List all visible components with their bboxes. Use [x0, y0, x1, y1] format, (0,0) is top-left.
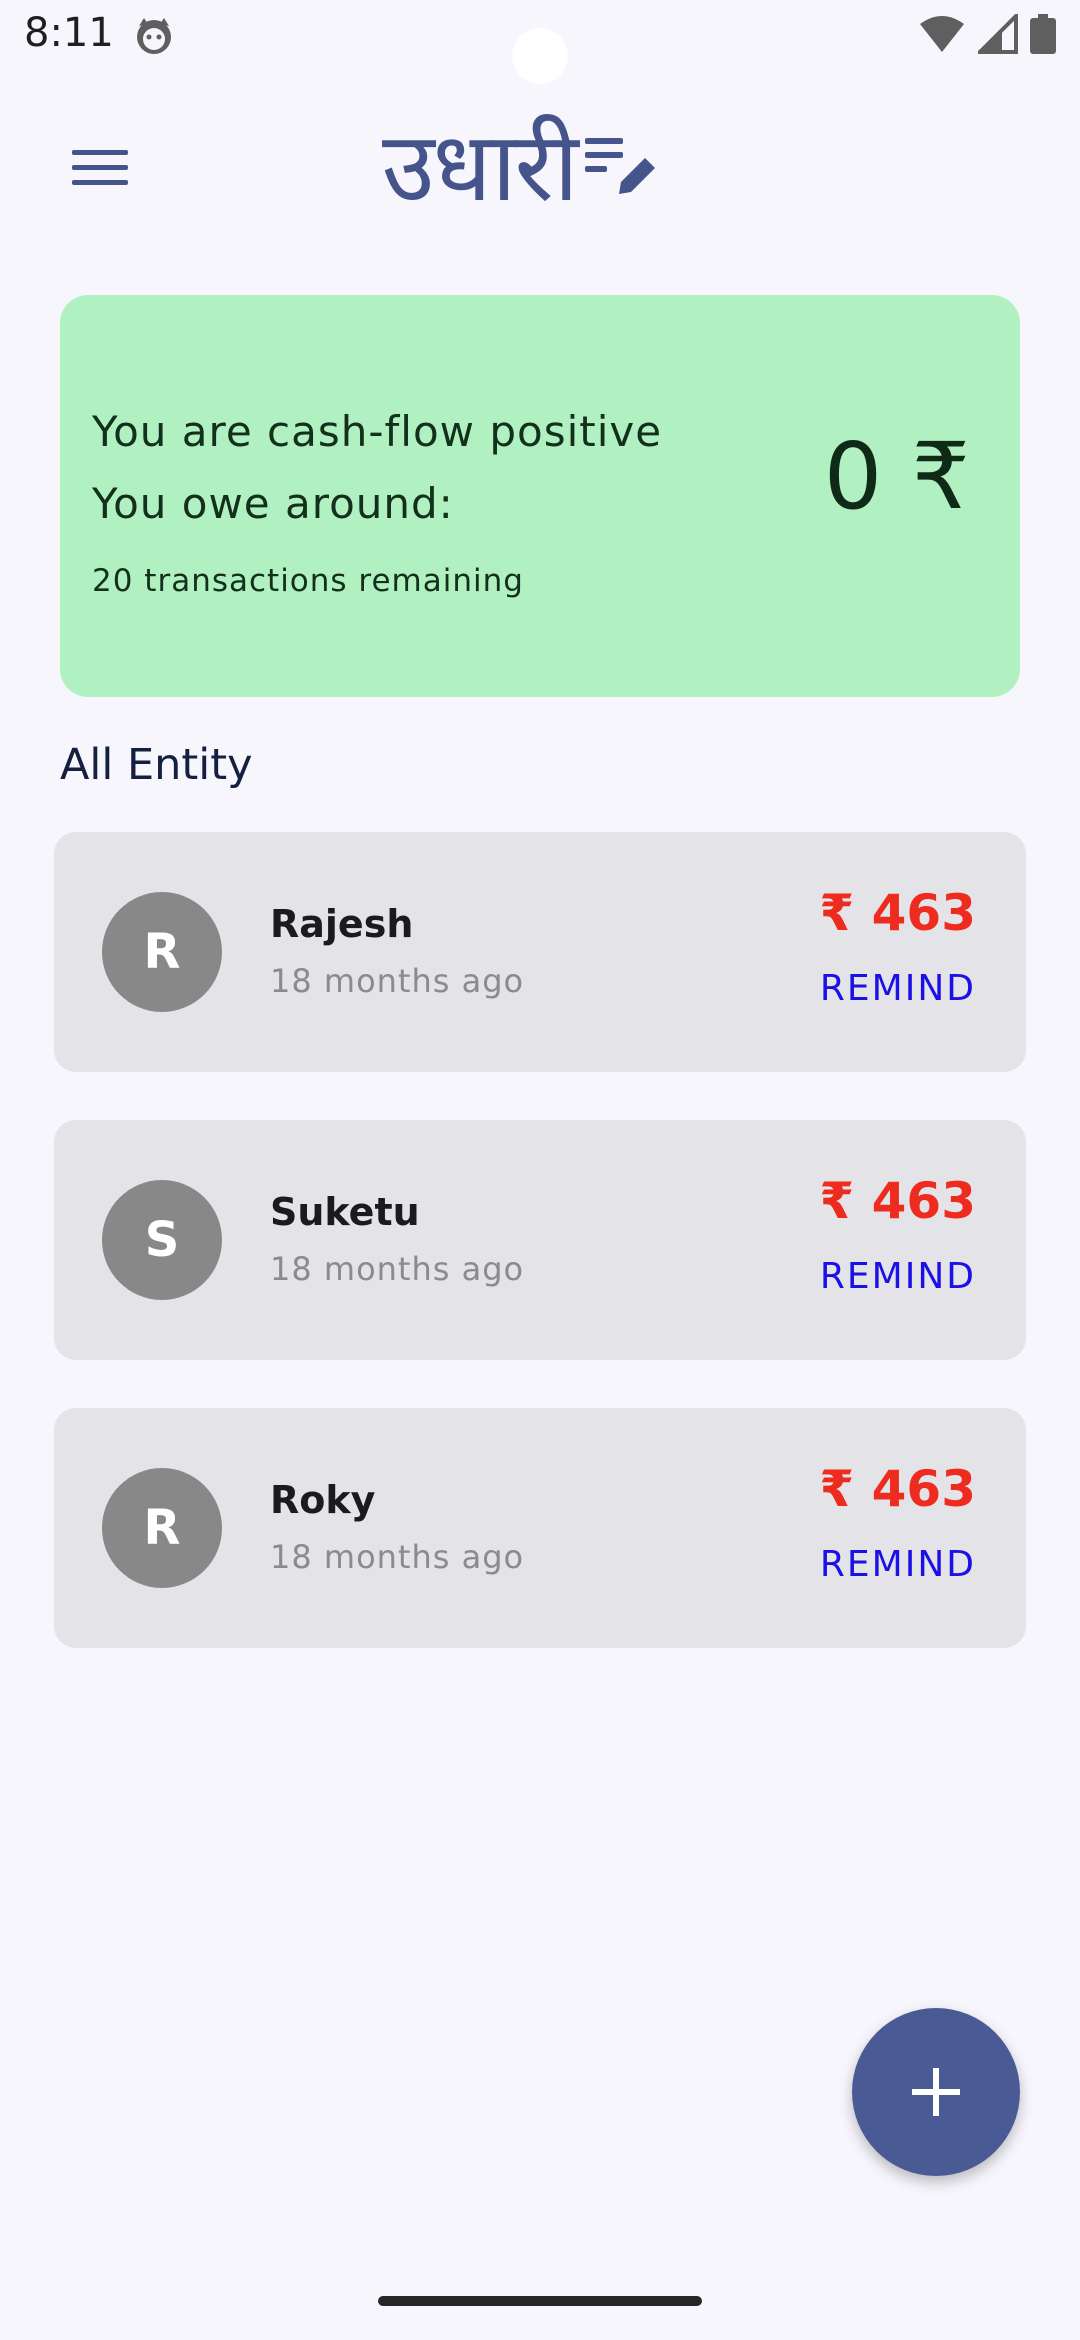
cellular-signal-icon	[978, 14, 1018, 54]
entity-card-rajesh[interactable]: R Rajesh 18 months ago ₹ 463 REMIND	[54, 832, 1026, 1072]
transactions-remaining: 20 transactions remaining	[92, 563, 524, 599]
battery-icon	[1030, 14, 1056, 54]
screen: 8:11 उधारी You are cash-flow positive Yo…	[0, 0, 1080, 2340]
entity-amount: ₹ 463	[819, 1172, 976, 1230]
cash-flow-status: You are cash-flow positive	[92, 407, 663, 456]
add-entity-button[interactable]	[852, 2008, 1020, 2176]
section-title: All Entity	[60, 740, 253, 790]
entity-amount: ₹ 463	[819, 1460, 976, 1518]
entity-time: 18 months ago	[270, 1538, 525, 1576]
entity-card-roky[interactable]: R Roky 18 months ago ₹ 463 REMIND	[54, 1408, 1026, 1648]
edit-list-icon	[584, 138, 655, 194]
entity-name: Suketu	[270, 1190, 420, 1234]
front-camera	[512, 28, 568, 84]
wifi-icon	[920, 16, 964, 52]
avatar: R	[102, 1468, 222, 1588]
entity-amount: ₹ 463	[819, 884, 976, 942]
entity-time: 18 months ago	[270, 1250, 525, 1288]
hamburger-menu-icon[interactable]	[60, 132, 140, 202]
plus-icon	[912, 2068, 960, 2116]
entity-name: Roky	[270, 1478, 376, 1522]
entity-name: Rajesh	[270, 902, 414, 946]
avatar: S	[102, 1180, 222, 1300]
logo-text: उधारी	[382, 111, 579, 223]
status-icons	[918, 14, 1056, 54]
status-time: 8:11	[24, 10, 114, 56]
owe-amount: 0 ₹	[823, 423, 970, 530]
avatar: R	[102, 892, 222, 1012]
status-bar: 8:11	[0, 0, 1080, 84]
entity-time: 18 months ago	[270, 962, 525, 1000]
remind-button[interactable]: REMIND	[820, 1256, 976, 1297]
owe-label: You owe around:	[92, 479, 454, 528]
remind-button[interactable]: REMIND	[820, 968, 976, 1009]
entity-card-suketu[interactable]: S Suketu 18 months ago ₹ 463 REMIND	[54, 1120, 1026, 1360]
top-app-bar: उधारी	[0, 92, 1080, 242]
remind-button[interactable]: REMIND	[820, 1544, 976, 1585]
app-logo: उधारी	[382, 92, 657, 242]
gesture-nav-handle[interactable]	[378, 2296, 702, 2306]
summary-card: You are cash-flow positive You owe aroun…	[60, 295, 1020, 697]
cat-notification-icon	[137, 18, 171, 54]
